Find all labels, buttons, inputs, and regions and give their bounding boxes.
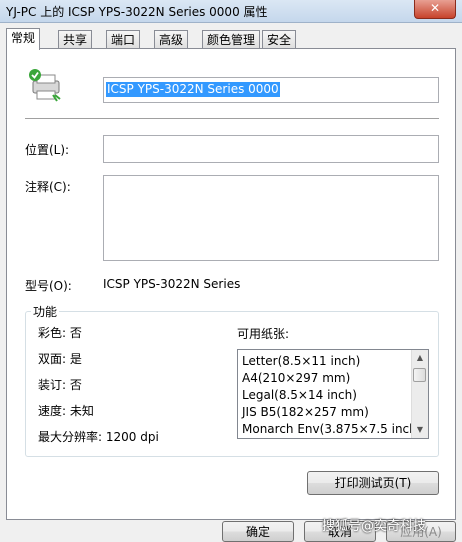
watermark: 搜狐号@奕奇科技 — [322, 519, 427, 534]
printer-icon — [29, 69, 61, 102]
window-title: YJ-PC 上的 ICSP YPS-3022N Series 0000 属性 — [6, 5, 268, 19]
print-test-page-button[interactable]: 打印测试页(T) — [307, 471, 439, 495]
printer-name-field[interactable]: ICSP YPS-3022N Series 0000 — [103, 77, 439, 103]
tab-general[interactable]: 常规 — [6, 28, 41, 50]
ok-button[interactable]: 确定 — [222, 521, 294, 542]
tab-color-management[interactable]: 颜色管理 — [202, 30, 261, 49]
duplex-feature: 双面: 是 — [38, 352, 82, 366]
speed-feature: 速度: 未知 — [38, 404, 94, 418]
features-title: 功能 — [31, 303, 60, 320]
paper-listbox[interactable]: Letter(8.5×11 inch) A4(210×297 mm) Legal… — [237, 349, 429, 439]
model-label: 型号(O): — [25, 279, 72, 293]
location-label: 位置(L): — [25, 143, 70, 157]
list-item[interactable]: Legal(8.5×14 inch) — [242, 387, 357, 403]
tab-sharing[interactable]: 共享 — [58, 30, 93, 49]
color-feature: 彩色: 否 — [38, 326, 82, 340]
list-item[interactable]: JIS B5(182×257 mm) — [242, 404, 369, 420]
title-bar: YJ-PC 上的 ICSP YPS-3022N Series 0000 属性 ✕ — [0, 0, 462, 23]
comment-label: 注释(C): — [25, 180, 71, 194]
staple-feature: 装订: 否 — [38, 378, 82, 392]
model-value: ICSP YPS-3022N Series — [103, 277, 241, 291]
list-item[interactable]: Monarch Env(3.875×7.5 inch — [242, 421, 417, 437]
scroll-up-icon[interactable]: ▲ — [413, 351, 427, 365]
scroll-down-icon[interactable]: ▼ — [413, 423, 427, 437]
tab-security[interactable]: 安全 — [262, 30, 297, 49]
location-input[interactable] — [103, 135, 439, 163]
list-item[interactable]: A4(210×297 mm) — [242, 370, 350, 386]
tab-ports[interactable]: 端口 — [106, 30, 141, 49]
available-paper-label: 可用纸张: — [237, 327, 290, 341]
divider — [25, 118, 439, 119]
general-panel: ICSP YPS-3022N Series 0000 位置(L): 注释(C):… — [6, 48, 456, 520]
printer-name-text: ICSP YPS-3022N Series 0000 — [106, 82, 280, 97]
scroll-thumb[interactable] — [413, 368, 426, 382]
list-item[interactable]: Letter(8.5×11 inch) — [242, 353, 360, 369]
paper-scrollbar[interactable]: ▲ ▼ — [411, 350, 428, 438]
close-button[interactable]: ✕ — [414, 0, 456, 19]
comment-input[interactable] — [103, 175, 439, 261]
tab-advanced[interactable]: 高级 — [154, 30, 189, 49]
max-resolution-feature: 最大分辨率: 1200 dpi — [38, 430, 159, 444]
